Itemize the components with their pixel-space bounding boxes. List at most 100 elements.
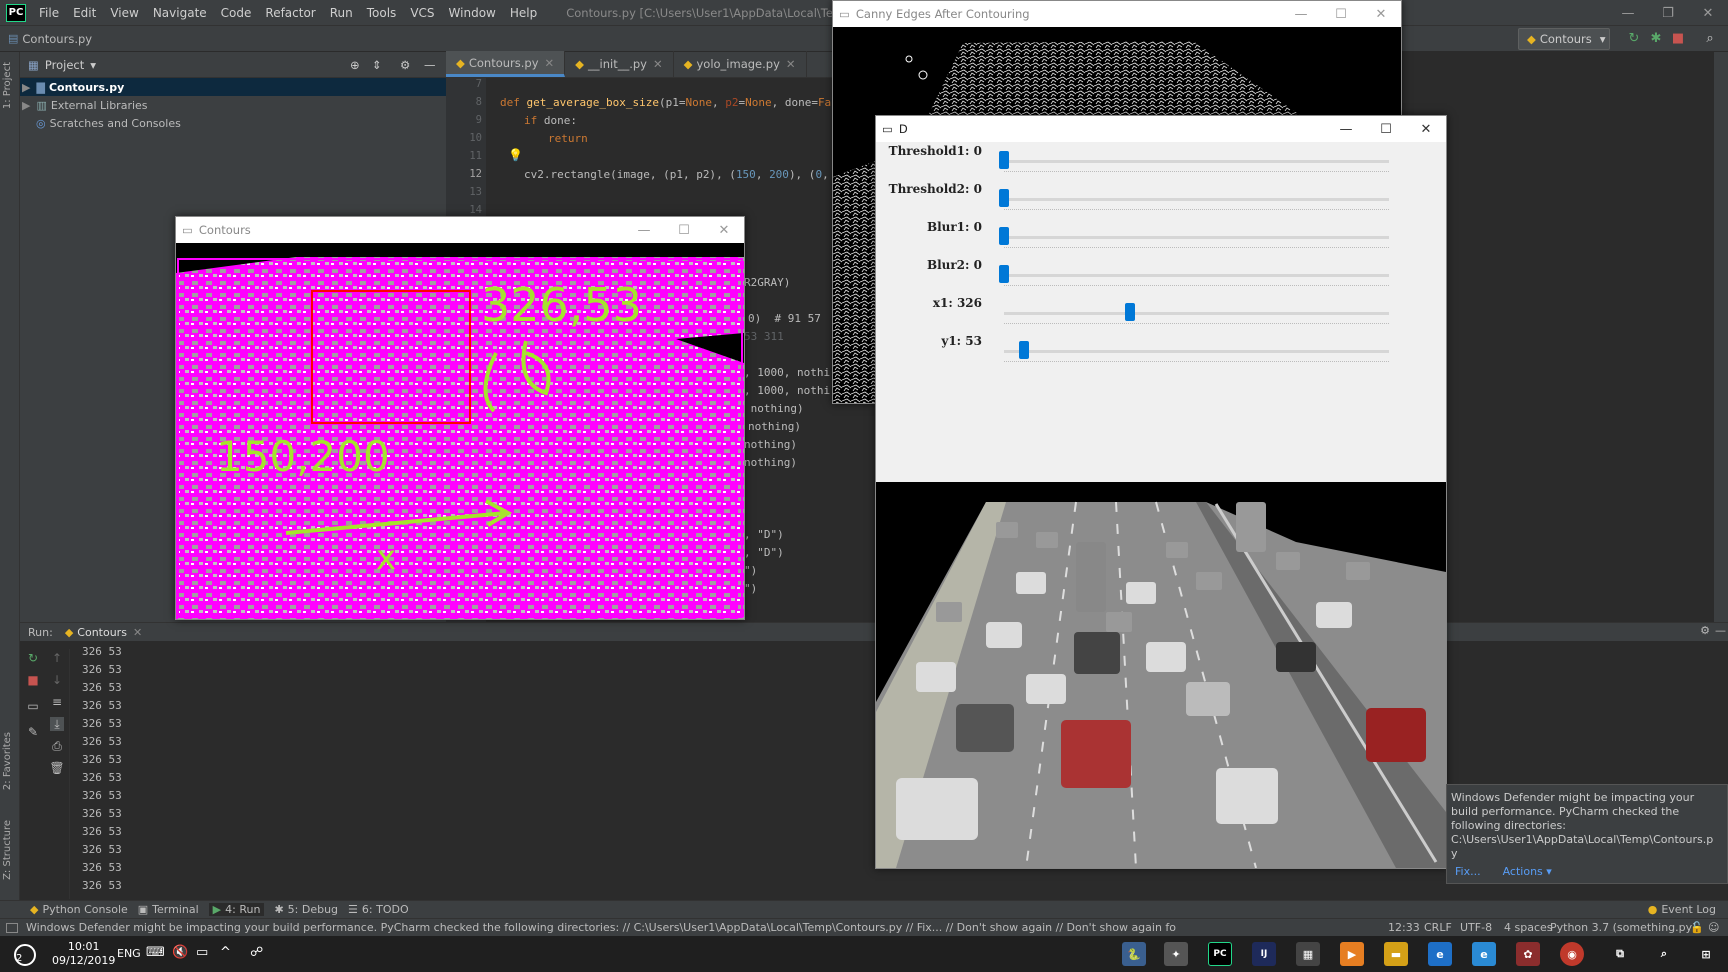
rerun-icon[interactable]: ↻ — [26, 651, 40, 665]
chevron-up-icon[interactable]: ^ — [220, 945, 231, 960]
trash-icon[interactable]: 🗑 — [49, 761, 64, 775]
close-icon[interactable]: ✕ — [786, 57, 796, 71]
rerun-icon[interactable]: ↻ — [1626, 30, 1642, 46]
menu-file[interactable]: File — [32, 6, 66, 20]
ide-app-icon[interactable]: IJ — [1252, 942, 1276, 966]
project-header-label[interactable]: Project — [45, 58, 84, 72]
minimize-icon[interactable]: — — [1608, 0, 1648, 26]
stop-icon[interactable]: ■ — [26, 673, 40, 687]
favorites-tool-tab[interactable]: 2: Favorites — [2, 732, 13, 790]
print-icon[interactable]: ⎙ — [50, 739, 64, 753]
threshold2-thumb[interactable] — [999, 189, 1009, 207]
chevron-down-icon[interactable]: ▾ — [90, 58, 96, 72]
structure-tool-tab[interactable]: Z: Structure — [2, 820, 13, 880]
trackbar-titlebar[interactable]: ▭ D — ☐ ✕ — [876, 116, 1446, 142]
menu-vcs[interactable]: VCS — [403, 6, 441, 20]
gear-icon[interactable]: ⚙ — [1700, 624, 1710, 637]
app-icon[interactable]: ✦ — [1164, 942, 1188, 966]
gear-icon[interactable]: ⚙ — [400, 58, 410, 72]
menu-view[interactable]: View — [103, 6, 145, 20]
network-icon[interactable]: ▭ — [196, 945, 208, 960]
minimize-icon[interactable]: — — [1281, 1, 1321, 27]
expand-arrow-icon[interactable]: ▶ — [22, 81, 30, 94]
layout-icon[interactable] — [6, 922, 18, 933]
media-app-icon[interactable]: ▶ — [1340, 942, 1364, 966]
restore-icon[interactable]: ❐ — [1648, 0, 1688, 26]
file-explorer-icon[interactable]: ▬ — [1384, 942, 1408, 966]
search-icon[interactable]: ⌕ — [1652, 942, 1676, 966]
language-indicator[interactable]: ENG — [117, 947, 141, 960]
pycharm-app-icon[interactable]: PC — [1208, 942, 1232, 966]
expand-arrow-icon[interactable]: ▶ — [22, 99, 30, 112]
minimize-icon[interactable]: — — [1326, 116, 1366, 142]
code-line-10[interactable]: return — [548, 132, 588, 145]
fix-link[interactable]: Fix... — [1455, 865, 1481, 878]
collapse-icon[interactable]: ⇕ — [372, 58, 382, 72]
hide-icon[interactable]: — — [1715, 624, 1726, 637]
close-icon[interactable]: ✕ — [1361, 1, 1401, 27]
menu-code[interactable]: Code — [214, 6, 259, 20]
tab-python-console[interactable]: ◆ Python Console — [30, 903, 128, 916]
threshold1-track[interactable] — [1004, 160, 1389, 163]
x1-thumb[interactable] — [1124, 303, 1135, 321]
maximize-icon[interactable]: ☐ — [1366, 116, 1406, 142]
y1-track[interactable] — [1004, 350, 1389, 353]
tree-item-external-libraries[interactable]: ▶ ▥ External Libraries — [20, 96, 446, 114]
x1-track[interactable] — [1004, 312, 1389, 315]
status-message[interactable]: Windows Defender might be impacting your… — [26, 921, 1176, 934]
menu-tools[interactable]: Tools — [360, 6, 404, 20]
run-tab[interactable]: Contours — [77, 626, 127, 639]
maximize-icon[interactable]: ☐ — [664, 217, 704, 243]
tab-contours[interactable]: ◆ Contours.py ✕ — [446, 51, 566, 77]
python-interpreter[interactable]: Python 3.7 (something.py) — [1550, 921, 1696, 934]
python-app-icon[interactable]: 🐍 — [1122, 942, 1146, 966]
caret-position[interactable]: 12:33 — [1388, 921, 1420, 934]
down-arrow-icon[interactable]: ↓ — [50, 673, 64, 687]
close-icon[interactable]: ✕ — [653, 57, 663, 71]
blur1-track[interactable] — [1004, 236, 1389, 239]
tree-item-contours[interactable]: ▶ ▇ Contours.py — [20, 78, 446, 96]
minimize-icon[interactable]: — — [624, 217, 664, 243]
threshold1-thumb[interactable] — [999, 151, 1009, 169]
code-line-9[interactable]: if done: — [524, 114, 577, 127]
bulb-icon[interactable]: 💡 — [508, 148, 523, 162]
blur1-thumb[interactable] — [999, 227, 1009, 245]
close-icon[interactable]: ✕ — [704, 217, 744, 243]
person-icon[interactable]: ☺ — [1708, 921, 1719, 934]
stop-icon[interactable]: ■ — [1670, 30, 1686, 46]
menu-run[interactable]: Run — [323, 6, 360, 20]
hide-icon[interactable]: — — [424, 58, 436, 72]
tab-yolo-image[interactable]: ◆ yolo_image.py ✕ — [674, 51, 807, 77]
menu-help[interactable]: Help — [503, 6, 544, 20]
volume-muted-icon[interactable]: 🔇 — [172, 945, 188, 960]
tab-run[interactable]: ▶ 4: Run — [208, 903, 265, 916]
threshold2-track[interactable] — [1004, 198, 1389, 201]
contours-titlebar[interactable]: ▭ Contours — ☐ ✕ — [176, 217, 744, 243]
tree-item-scratches[interactable]: ◎ Scratches and Consoles — [20, 114, 446, 132]
menu-navigate[interactable]: Navigate — [146, 6, 214, 20]
maximize-icon[interactable]: ☐ — [1321, 1, 1361, 27]
tab-init[interactable]: ◆ __init__.py ✕ — [565, 51, 674, 77]
y1-thumb[interactable] — [1019, 341, 1030, 359]
debug-icon[interactable]: ✱ — [1648, 30, 1664, 46]
tab-todo[interactable]: ☰ 6: TODO — [348, 903, 409, 916]
app-icon[interactable]: ✿ — [1516, 942, 1540, 966]
close-icon[interactable]: ✕ — [545, 56, 555, 70]
indent-setting[interactable]: 4 spaces — [1504, 921, 1553, 934]
calculator-icon[interactable]: ▦ — [1296, 942, 1320, 966]
breadcrumb[interactable]: Contours.py — [22, 32, 92, 46]
close-icon[interactable]: ✕ — [133, 626, 142, 639]
lock-icon[interactable]: 🔓 — [1690, 921, 1704, 934]
close-icon[interactable]: ✕ — [1406, 116, 1446, 142]
search-icon[interactable]: ⌕ — [1702, 30, 1718, 46]
blur2-thumb[interactable] — [999, 265, 1009, 283]
layout-icon[interactable]: ▭ — [26, 699, 40, 713]
line-separator[interactable]: CRLF — [1424, 921, 1452, 934]
up-arrow-icon[interactable]: ↑ — [50, 651, 64, 665]
blur2-track[interactable] — [1004, 274, 1389, 277]
scroll-end-icon[interactable]: ⤓ — [50, 717, 64, 731]
code-line-8[interactable]: def get_average_box_size(p1=None, p2=Non… — [500, 96, 851, 109]
run-config-select[interactable]: ◆ Contours ▾ — [1518, 28, 1610, 50]
notifications-icon[interactable]: 2 — [14, 944, 36, 966]
tab-debug[interactable]: ✱ 5: Debug — [274, 903, 338, 916]
